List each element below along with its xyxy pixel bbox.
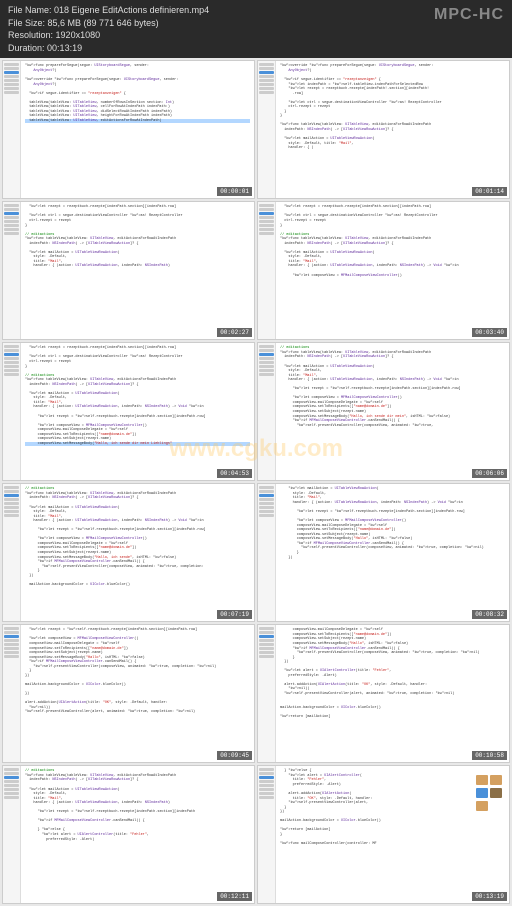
code-editor: "kw">let rezept = rezeptbuch.rezepte[ind… [276, 202, 509, 339]
thumbnail-pane[interactable]: "kw">let rezept = rezeptbuch.rezepte[ind… [257, 201, 510, 340]
timestamp: 00:04:53 [217, 469, 252, 478]
timestamp: 00:01:14 [472, 187, 507, 196]
thumbnail-pane[interactable]: // editactions "kw">func tableView(table… [2, 765, 255, 904]
timestamp: 00:10:58 [472, 751, 507, 760]
filename-value: 018 Eigene EditActions definieren.mp4 [54, 5, 209, 15]
xcode-sidebar [3, 625, 21, 762]
filesize-label: File Size: [8, 18, 45, 28]
code-editor: "kw">override "kw">func prepareForSegue(… [276, 61, 509, 198]
timestamp: 00:00:01 [217, 187, 252, 196]
timestamp: 00:07:19 [217, 610, 252, 619]
thumbnail-pane[interactable]: // editactions "kw">func tableView(table… [2, 483, 255, 622]
xcode-sidebar [258, 484, 276, 621]
timestamp: 00:13:19 [472, 892, 507, 901]
thumbnail-pane[interactable]: composeView.mailComposeDelegate = "kw">s… [257, 624, 510, 763]
timestamp: 00:03:40 [472, 328, 507, 337]
timestamp: 00:08:32 [472, 610, 507, 619]
thumbnail-pane[interactable]: } "kw">else { "kw">let alert = UIAlertCo… [257, 765, 510, 904]
resolution-value: 1920x1080 [56, 30, 101, 40]
xcode-sidebar [258, 625, 276, 762]
thumbnail-pane[interactable]: "kw">let mailAction = UITableViewRowActi… [257, 483, 510, 622]
code-editor: composeView.mailComposeDelegate = "kw">s… [276, 625, 509, 762]
code-editor: "kw">let rezept = "kw">self.rezeptbuch.r… [21, 625, 254, 762]
xcode-sidebar [3, 61, 21, 198]
simulator-preview [475, 774, 505, 813]
timestamp: 00:12:11 [217, 892, 252, 901]
thumbnail-pane[interactable]: "kw">override "kw">func prepareForSegue(… [257, 60, 510, 199]
code-editor: "kw">let mailAction = UITableViewRowActi… [276, 484, 509, 621]
xcode-sidebar [258, 766, 276, 903]
timestamp: 00:02:27 [217, 328, 252, 337]
filesize-value: 85,6 MB (89 771 646 bytes) [48, 18, 159, 28]
app-logo: MPC-HC [434, 4, 504, 26]
filename-label: File Name: [8, 5, 52, 15]
duration-label: Duration: [8, 43, 45, 53]
thumbnail-grid: "kw">func prepareForSegue(segue: UIStory… [0, 58, 512, 906]
thumbnail-pane[interactable]: // editactions "kw">func tableView(table… [257, 342, 510, 481]
xcode-sidebar [258, 343, 276, 480]
xcode-sidebar [258, 61, 276, 198]
timestamp: 00:09:45 [217, 751, 252, 760]
thumbnail-pane[interactable]: "kw">func prepareForSegue(segue: UIStory… [2, 60, 255, 199]
duration-value: 00:13:19 [47, 43, 82, 53]
file-info-header: File Name: 018 Eigene EditActions defini… [0, 0, 512, 58]
thumbnail-pane[interactable]: "kw">let rezept = rezeptbuch.rezepte[ind… [2, 201, 255, 340]
thumbnail-pane[interactable]: "kw">let rezept = rezeptbuch.rezepte[ind… [2, 342, 255, 481]
xcode-sidebar [3, 766, 21, 903]
thumbnail-pane[interactable]: "kw">let rezept = "kw">self.rezeptbuch.r… [2, 624, 255, 763]
xcode-sidebar [258, 202, 276, 339]
xcode-sidebar [3, 202, 21, 339]
code-editor: "kw">func prepareForSegue(segue: UIStory… [21, 61, 254, 198]
code-editor: "kw">let rezept = rezeptbuch.rezepte[ind… [21, 202, 254, 339]
timestamp: 00:06:06 [472, 469, 507, 478]
xcode-sidebar [3, 484, 21, 621]
code-editor: // editactions "kw">func tableView(table… [21, 484, 254, 621]
code-editor: // editactions "kw">func tableView(table… [21, 766, 254, 903]
xcode-sidebar [3, 343, 21, 480]
resolution-label: Resolution: [8, 30, 53, 40]
code-editor: // editactions "kw">func tableView(table… [276, 343, 509, 480]
code-editor: "kw">let rezept = rezeptbuch.rezepte[ind… [21, 343, 254, 480]
